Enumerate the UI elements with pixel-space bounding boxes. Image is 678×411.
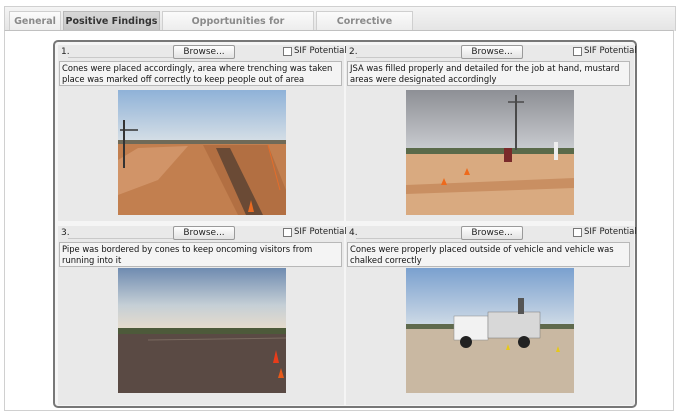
divider xyxy=(68,57,173,58)
cell-header: 4. Browse... SIF Potential xyxy=(346,226,637,240)
finding-description[interactable]: Cones were placed accordingly, area wher… xyxy=(59,61,342,86)
sif-potential-checkbox[interactable]: SIF Potential xyxy=(573,227,637,237)
finding-description[interactable]: JSA was filled properly and detailed for… xyxy=(347,61,630,86)
checkbox-box[interactable] xyxy=(573,227,582,237)
sif-potential-checkbox[interactable]: SIF Potential xyxy=(573,46,637,56)
cell-header: 3. Browse... SIF Potential xyxy=(58,226,347,240)
finding-cell-4: 4. Browse... SIF Potential Cones were pr… xyxy=(346,226,637,405)
finding-photo xyxy=(406,268,574,393)
finding-description[interactable]: Pipe was bordered by cones to keep oncom… xyxy=(59,242,342,267)
sif-potential-checkbox[interactable]: SIF Potential xyxy=(283,46,347,56)
findings-panel: 1. Browse... SIF Potential Cones were pl… xyxy=(53,40,637,408)
tab-bar: General Positive Findings Opportunities … xyxy=(4,6,676,46)
checkbox-box[interactable] xyxy=(283,46,292,56)
finding-photo xyxy=(118,90,286,215)
sif-potential-label: SIF Potential xyxy=(584,227,637,237)
finding-photo xyxy=(118,268,286,393)
finding-cell-3: 3. Browse... SIF Potential Pipe was bord… xyxy=(58,226,347,405)
finding-photo xyxy=(406,90,574,215)
tab-general[interactable]: General xyxy=(9,11,61,31)
finding-number: 3. xyxy=(61,228,70,238)
cell-header: 1. Browse... SIF Potential xyxy=(58,45,347,59)
finding-number: 2. xyxy=(349,47,358,57)
finding-number: 4. xyxy=(349,228,358,238)
finding-cell-1: 1. Browse... SIF Potential Cones were pl… xyxy=(58,45,347,221)
tab-opportunities-for-improvement[interactable]: Opportunities for Improvement xyxy=(162,11,314,46)
finding-number: 1. xyxy=(61,47,70,57)
sif-potential-label: SIF Potential xyxy=(294,46,347,56)
tab-positive-findings[interactable]: Positive Findings xyxy=(63,11,160,31)
divider xyxy=(68,238,173,239)
divider xyxy=(356,238,461,239)
cell-header: 2. Browse... SIF Potential xyxy=(346,45,637,59)
sif-potential-label: SIF Potential xyxy=(294,227,347,237)
tab-corrective-actions[interactable]: Corrective Actions xyxy=(316,11,413,46)
checkbox-box[interactable] xyxy=(283,227,292,237)
browse-button[interactable]: Browse... xyxy=(173,226,235,240)
checkbox-box[interactable] xyxy=(573,46,582,56)
sif-potential-label: SIF Potential xyxy=(584,46,637,56)
finding-description[interactable]: Cones were properly placed outside of ve… xyxy=(347,242,630,267)
divider xyxy=(356,57,461,58)
browse-button[interactable]: Browse... xyxy=(461,226,523,240)
sif-potential-checkbox[interactable]: SIF Potential xyxy=(283,227,347,237)
finding-cell-2: 2. Browse... SIF Potential JSA was fille… xyxy=(346,45,637,221)
browse-button[interactable]: Browse... xyxy=(461,45,523,59)
browse-button[interactable]: Browse... xyxy=(173,45,235,59)
